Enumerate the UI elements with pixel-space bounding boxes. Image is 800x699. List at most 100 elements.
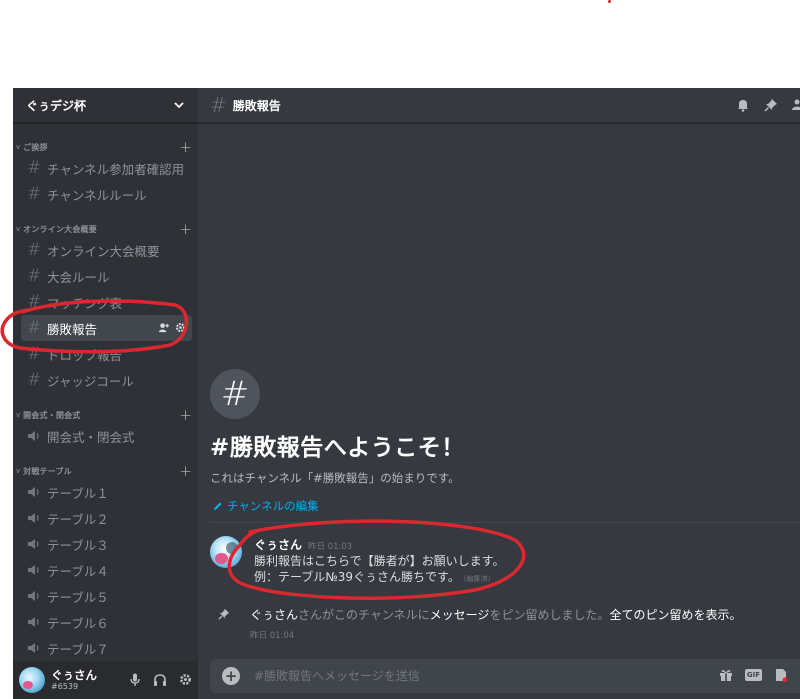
- header-toolbar: [736, 98, 800, 112]
- welcome-subtitle: これはチャンネル「#勝敗報告」の始まりです。: [210, 471, 460, 485]
- channel-item[interactable]: # チャンネル参加者確認用: [21, 155, 192, 181]
- avatar[interactable]: [210, 536, 242, 568]
- username: ぐぅさん: [51, 668, 97, 682]
- channel-item[interactable]: # 大会ルール: [21, 263, 192, 289]
- category-name: 開会式・閉会式: [23, 410, 81, 420]
- message-body: ぐぅさん 昨日 01:03 勝利報告はこちらで【勝者が】お願いします。 例：テー…: [254, 536, 504, 587]
- message-author[interactable]: ぐぅさん: [254, 536, 302, 553]
- edit-channel-link[interactable]: チャンネルの編集: [210, 498, 465, 514]
- category-online-overview[interactable]: v オンライン大会概要 +: [13, 221, 198, 237]
- hash-icon: #: [27, 266, 42, 286]
- pinned-message-link[interactable]: メッセージ: [430, 608, 490, 622]
- channel-name: 勝敗報告: [47, 321, 98, 337]
- welcome-title: #勝敗報告へようこそ！: [210, 435, 465, 461]
- voice-channel-item[interactable]: テーブル２: [21, 505, 192, 531]
- category-greetings[interactable]: v ご挨拶 +: [13, 139, 198, 155]
- gear-icon[interactable]: [179, 673, 192, 686]
- bell-icon[interactable]: [736, 98, 750, 112]
- channel-title: 勝敗報告: [232, 98, 281, 113]
- voice-channel-item[interactable]: テーブル３: [21, 531, 192, 557]
- channel-name: ジャッジコール: [47, 373, 134, 389]
- speaker-icon: [28, 565, 39, 575]
- avatar[interactable]: [19, 667, 45, 693]
- user-info[interactable]: ぐぅさん #6539: [51, 668, 97, 692]
- speaker-icon: [28, 591, 39, 601]
- headphones-icon[interactable]: [153, 673, 167, 687]
- annotation-dot: [608, 0, 611, 3]
- channel-name: チャンネル参加者確認用: [47, 161, 185, 177]
- sticker-icon[interactable]: [774, 668, 788, 682]
- chevron-down-icon: [174, 102, 184, 109]
- channel-item[interactable]: # ジャッジコール: [21, 367, 192, 393]
- channel-name: 開会式・閉会式: [47, 429, 135, 445]
- create-channel-icon[interactable]: +: [179, 140, 192, 155]
- channel-name: チャンネルルール: [47, 187, 147, 203]
- message-line-text: 例：テーブル№39ぐぅさん勝ちです。: [254, 570, 460, 584]
- message-header: ぐぅさん 昨日 01:03: [254, 536, 504, 553]
- voice-channel-item[interactable]: テーブル１: [21, 479, 192, 505]
- message-composer: + GIF: [210, 659, 800, 693]
- members-icon[interactable]: [792, 98, 800, 112]
- upload-button[interactable]: +: [222, 667, 240, 685]
- speaker-icon: [28, 431, 39, 441]
- category-chevron-icon: v: [16, 225, 21, 233]
- channel-name: テーブル４: [47, 563, 109, 579]
- gear-icon[interactable]: [175, 322, 186, 333]
- pin-icon: [218, 608, 230, 620]
- category-name: ご挨拶: [23, 142, 48, 152]
- pin-text: ぐぅさんさんがこのチャンネルにメッセージをピン留めしました。全てのピン留めを表示…: [250, 606, 741, 623]
- hash-icon: #: [27, 292, 42, 312]
- pin-body: ぐぅさんさんがこのチャンネルにメッセージをピン留めしました。全てのピン留めを表示…: [250, 606, 741, 641]
- channel-header: # 勝敗報告: [198, 88, 800, 123]
- category-chevron-icon: v: [16, 143, 21, 151]
- gif-button[interactable]: GIF: [744, 669, 762, 681]
- channel-name: テーブル１: [47, 485, 109, 501]
- channel-item[interactable]: # ドロップ報告: [21, 341, 192, 367]
- create-channel-icon[interactable]: +: [179, 222, 192, 237]
- divider: [210, 522, 800, 523]
- category-match-tables[interactable]: v 対戦テーブル +: [13, 463, 198, 479]
- pin-text-part: をピン留めしました。: [489, 608, 610, 622]
- message: ぐぅさん 昨日 01:03 勝利報告はこちらで【勝者が】お願いします。 例：テー…: [210, 536, 504, 587]
- hash-icon: #: [27, 158, 42, 178]
- microphone-icon[interactable]: [129, 673, 141, 687]
- hash-icon: #: [27, 344, 42, 364]
- gift-icon[interactable]: [719, 668, 733, 682]
- message-line: 勝利報告はこちらで【勝者が】お願いします。: [254, 554, 505, 568]
- message-input[interactable]: [254, 669, 674, 683]
- speaker-icon: [28, 643, 39, 653]
- create-channel-icon[interactable]: +: [179, 464, 192, 479]
- hash-icon: #: [210, 369, 260, 419]
- voice-channel-item[interactable]: 開会式・閉会式: [21, 423, 192, 449]
- message-timestamp: 昨日 01:03: [308, 542, 353, 552]
- channel-name: テーブル７: [47, 641, 109, 657]
- category-name: 対戦テーブル: [23, 466, 72, 476]
- channel-name: テーブル３: [47, 537, 109, 553]
- channel-item[interactable]: # マッチング表: [21, 289, 192, 315]
- pin-system-message: ぐぅさんさんがこのチャンネルにメッセージをピン留めしました。全てのピン留めを表示…: [218, 606, 741, 641]
- voice-channel-item[interactable]: テーブル７: [21, 635, 192, 661]
- voice-channel-item[interactable]: テーブル５: [21, 583, 192, 609]
- pin-actor[interactable]: ぐぅさん: [250, 608, 298, 622]
- channel-item[interactable]: # チャンネルルール: [21, 181, 192, 207]
- show-all-pins-link[interactable]: 全てのピン留めを表示。: [609, 608, 741, 622]
- channel-list: v ご挨拶 + # チャンネル参加者確認用 # チャンネルルール v オンライン大会概要…: [13, 123, 198, 661]
- invite-user-icon[interactable]: [158, 322, 169, 333]
- edit-channel-label: チャンネルの編集: [227, 499, 319, 513]
- channel-name: ドロップ報告: [47, 347, 123, 363]
- hash-icon: #: [27, 184, 42, 204]
- create-channel-icon[interactable]: +: [179, 408, 192, 423]
- pin-icon[interactable]: [764, 98, 778, 112]
- channel-item[interactable]: # オンライン大会概要: [21, 237, 192, 263]
- user-tag: #6539: [51, 682, 79, 691]
- user-controls: [129, 673, 192, 687]
- channel-sidebar: ぐぅデジ杯 v ご挨拶 + # チャンネル参加者確認用 # チャンネルルール v オンラ…: [13, 88, 198, 699]
- pin-text-part: さんがこのチャンネルに: [298, 608, 430, 622]
- guild-header[interactable]: ぐぅデジ杯: [13, 88, 198, 123]
- channel-item-active[interactable]: # 勝敗報告: [21, 315, 192, 341]
- chat-area: # 勝敗報告 # #勝敗報告へようこそ！ これはチャンネル「#勝敗報告」の始まり…: [198, 88, 800, 699]
- voice-channel-item[interactable]: テーブル６: [21, 609, 192, 635]
- voice-channel-item[interactable]: テーブル４: [21, 557, 192, 583]
- category-ceremony[interactable]: v 開会式・閉会式 +: [13, 407, 198, 423]
- channel-name: テーブル５: [47, 589, 109, 605]
